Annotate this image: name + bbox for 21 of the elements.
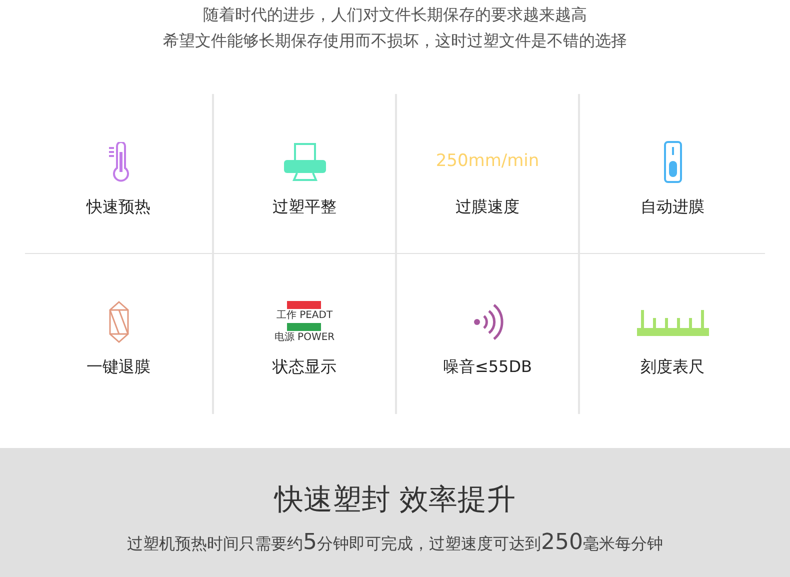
feature-label: 状态显示 bbox=[272, 356, 336, 378]
signal-icon bbox=[472, 302, 504, 342]
intro-text: 随着时代的进步，人们对文件长期保存的要求越来越高 bbox=[203, 4, 587, 26]
printer-icon bbox=[282, 142, 326, 180]
indicator-label: 电源 POWER bbox=[274, 332, 335, 343]
ruler-icon bbox=[636, 308, 708, 336]
feature-label: 一键退膜 bbox=[86, 356, 150, 378]
intro-text: 希望文件能够长期保存使用而不损坏，这时过塑文件是不错的选择 bbox=[163, 30, 627, 52]
section-title: 快速塑封 效率提升 bbox=[272, 481, 517, 518]
indicator-label: 工作 PEADT bbox=[276, 310, 333, 321]
feature-label: 快速预热 bbox=[86, 196, 150, 218]
section-description: 过塑机预热时间只需要约5分钟即可完成，过塑速度可达到250毫米每分钟 bbox=[126, 530, 664, 556]
feature-label: 过膜速度 bbox=[456, 196, 520, 218]
thermometer-icon bbox=[106, 142, 130, 182]
slider-icon bbox=[664, 140, 682, 182]
feature-label: 刻度表尺 bbox=[640, 356, 704, 378]
feature-label: 自动进膜 bbox=[640, 196, 704, 218]
prism-icon bbox=[108, 301, 130, 343]
feature-label: 噪音≤55DB bbox=[442, 356, 532, 378]
speed-value: 250mm/min bbox=[436, 150, 540, 173]
feature-label: 过塑平整 bbox=[272, 196, 336, 218]
